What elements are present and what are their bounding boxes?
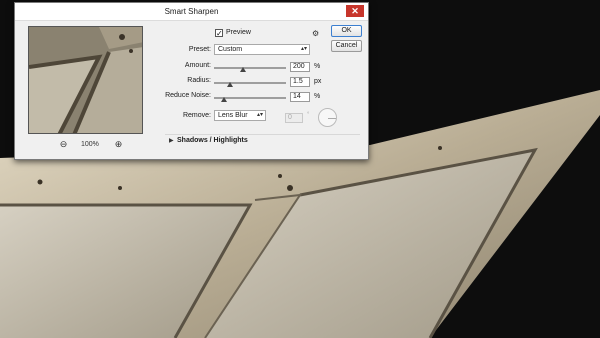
preview-image [29,27,142,133]
angle-input[interactable]: 0 [285,113,303,123]
amount-unit: % [314,63,321,70]
ok-button[interactable]: OK [331,25,362,37]
radius-label: Radius: [187,77,211,84]
angle-dial[interactable] [318,108,337,127]
dialog-titlebar[interactable]: Smart Sharpen ✕ [15,3,368,21]
preview-label: Preview [226,29,251,36]
radius-slider-thumb[interactable] [226,82,233,87]
disclosure-triangle-icon[interactable]: ▶ [169,137,174,144]
zoom-in-icon[interactable]: ⊕ [113,139,124,150]
zoom-level: 100% [81,141,99,148]
radius-slider[interactable] [214,82,286,84]
preset-label: Preset: [188,46,211,53]
chevron-down-icon: ▴▾ [300,46,307,52]
close-button[interactable]: ✕ [346,5,364,17]
reduce-noise-unit: % [314,93,321,100]
cancel-button[interactable]: Cancel [331,40,362,52]
remove-value: Lens Blur [218,112,248,119]
smart-sharpen-dialog: Smart Sharpen ✕ ⊖ 100% ⊕ ✓ Preview ⚙ OK … [14,2,369,160]
reduce-noise-slider-thumb[interactable] [221,97,228,102]
remove-label: Remove: [182,112,211,119]
preset-select[interactable]: Custom ▴▾ [214,44,310,55]
dialog-title: Smart Sharpen [164,7,219,16]
chevron-down-icon: ▴▾ [256,112,263,118]
preset-value: Custom [218,46,243,53]
preview-thumbnail[interactable] [28,26,143,134]
angle-unit: ° [307,112,310,118]
radius-input[interactable]: 1.5 [290,77,310,87]
remove-select[interactable]: Lens Blur ▴▾ [214,110,266,121]
amount-slider[interactable] [214,67,286,69]
gear-icon[interactable]: ⚙ [312,29,319,38]
radius-unit: px [314,78,322,85]
shadows-highlights-toggle[interactable]: Shadows / Highlights [177,137,248,144]
preview-checkbox[interactable]: ✓ [215,29,223,38]
amount-label: Amount: [184,62,211,69]
section-divider [165,134,360,135]
zoom-controls: ⊖ 100% ⊕ [55,139,135,151]
zoom-out-icon[interactable]: ⊖ [58,139,69,150]
reduce-noise-input[interactable]: 14 [290,92,310,102]
amount-input[interactable]: 200 [290,62,310,72]
amount-slider-thumb[interactable] [239,67,246,72]
reduce-noise-label: Reduce Noise: [165,92,211,99]
